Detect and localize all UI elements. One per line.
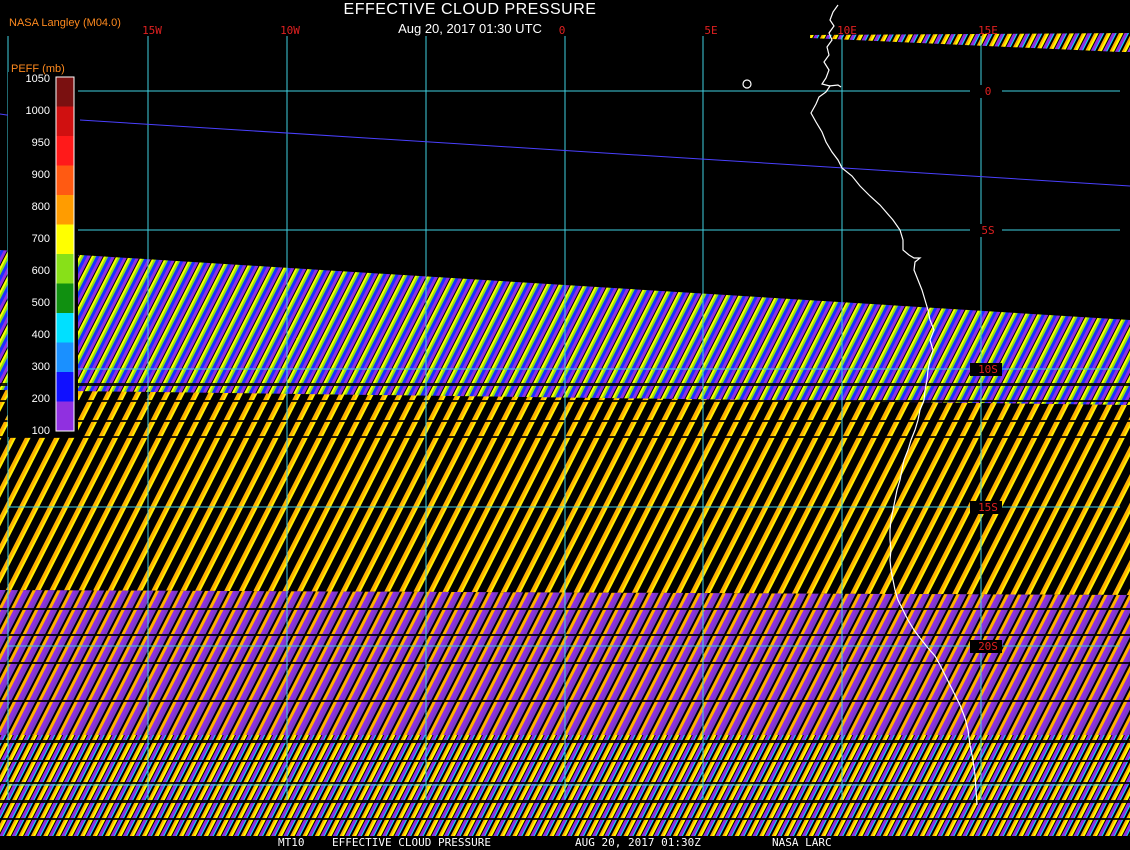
legend-level-label: 1000 [26,105,50,117]
coastline-gulf [828,84,842,88]
legend-level-label: 200 [32,393,50,405]
latitude-label: 20S [978,640,998,653]
legend-color-swatch [56,136,74,166]
legend-color-swatch [56,401,74,432]
legend-level-label: 950 [32,137,50,149]
legend-color-swatch [56,165,74,196]
map-datetime: Aug 20, 2017 01:30 UTC [398,21,542,36]
legend-level-label: 500 [32,297,50,309]
footer-bar: MT10 EFFECTIVE CLOUD PRESSURE AUG 20, 20… [0,836,1130,850]
latitude-label: 10S [978,363,998,376]
footer-source: NASA LARC [772,836,832,849]
latitude-label: 5S [981,224,994,237]
cloud-pressure-map: 15W 10W 0 5E 10E 15E05S10S15S20S 105010009509… [0,4,1130,836]
legend-level-label: 600 [32,265,50,277]
island-bioko [742,79,752,89]
legend-level-label: 700 [32,233,50,245]
legend-level-label: 100 [32,425,50,437]
legend-color-swatch [56,342,74,373]
legend-level-label: 800 [32,201,50,213]
footer-product: MT10 [278,836,305,849]
legend-color-swatch [56,195,74,225]
legend-level-label: 300 [32,361,50,373]
latitude-label: 15S [978,501,998,514]
legend-color-swatch [56,283,74,314]
legend-color-swatch [56,106,74,137]
legend-units-label: PEFF (mb) [11,63,65,75]
latitude-label: 0 [985,85,992,98]
legend-level-label: 400 [32,329,50,341]
satellite-ground-track [79,119,1130,187]
map-title: EFFECTIVE CLOUD PRESSURE [343,1,597,18]
legend-color-swatch [56,254,74,284]
legend-color-swatch [56,224,74,255]
footer-datetime: AUG 20, 2017 01:30Z [575,836,701,849]
longitude-label: 15E [978,24,998,37]
legend-color-swatch [56,77,74,107]
legend-level-label: 900 [32,169,50,181]
footer-title: EFFECTIVE CLOUD PRESSURE [332,836,491,849]
legend-color-swatch [56,313,74,343]
satellite-image-frame: 15W 10W 0 5E 10E 15E 0 5S 10S 15S 20S 1050 1000 950 9… [0,0,1130,850]
pressure-color-legend: 10501000950900800700600500400300200100 [8,72,78,437]
producer-label: NASA Langley (M04.0) [9,17,121,29]
legend-color-swatch [56,372,74,402]
